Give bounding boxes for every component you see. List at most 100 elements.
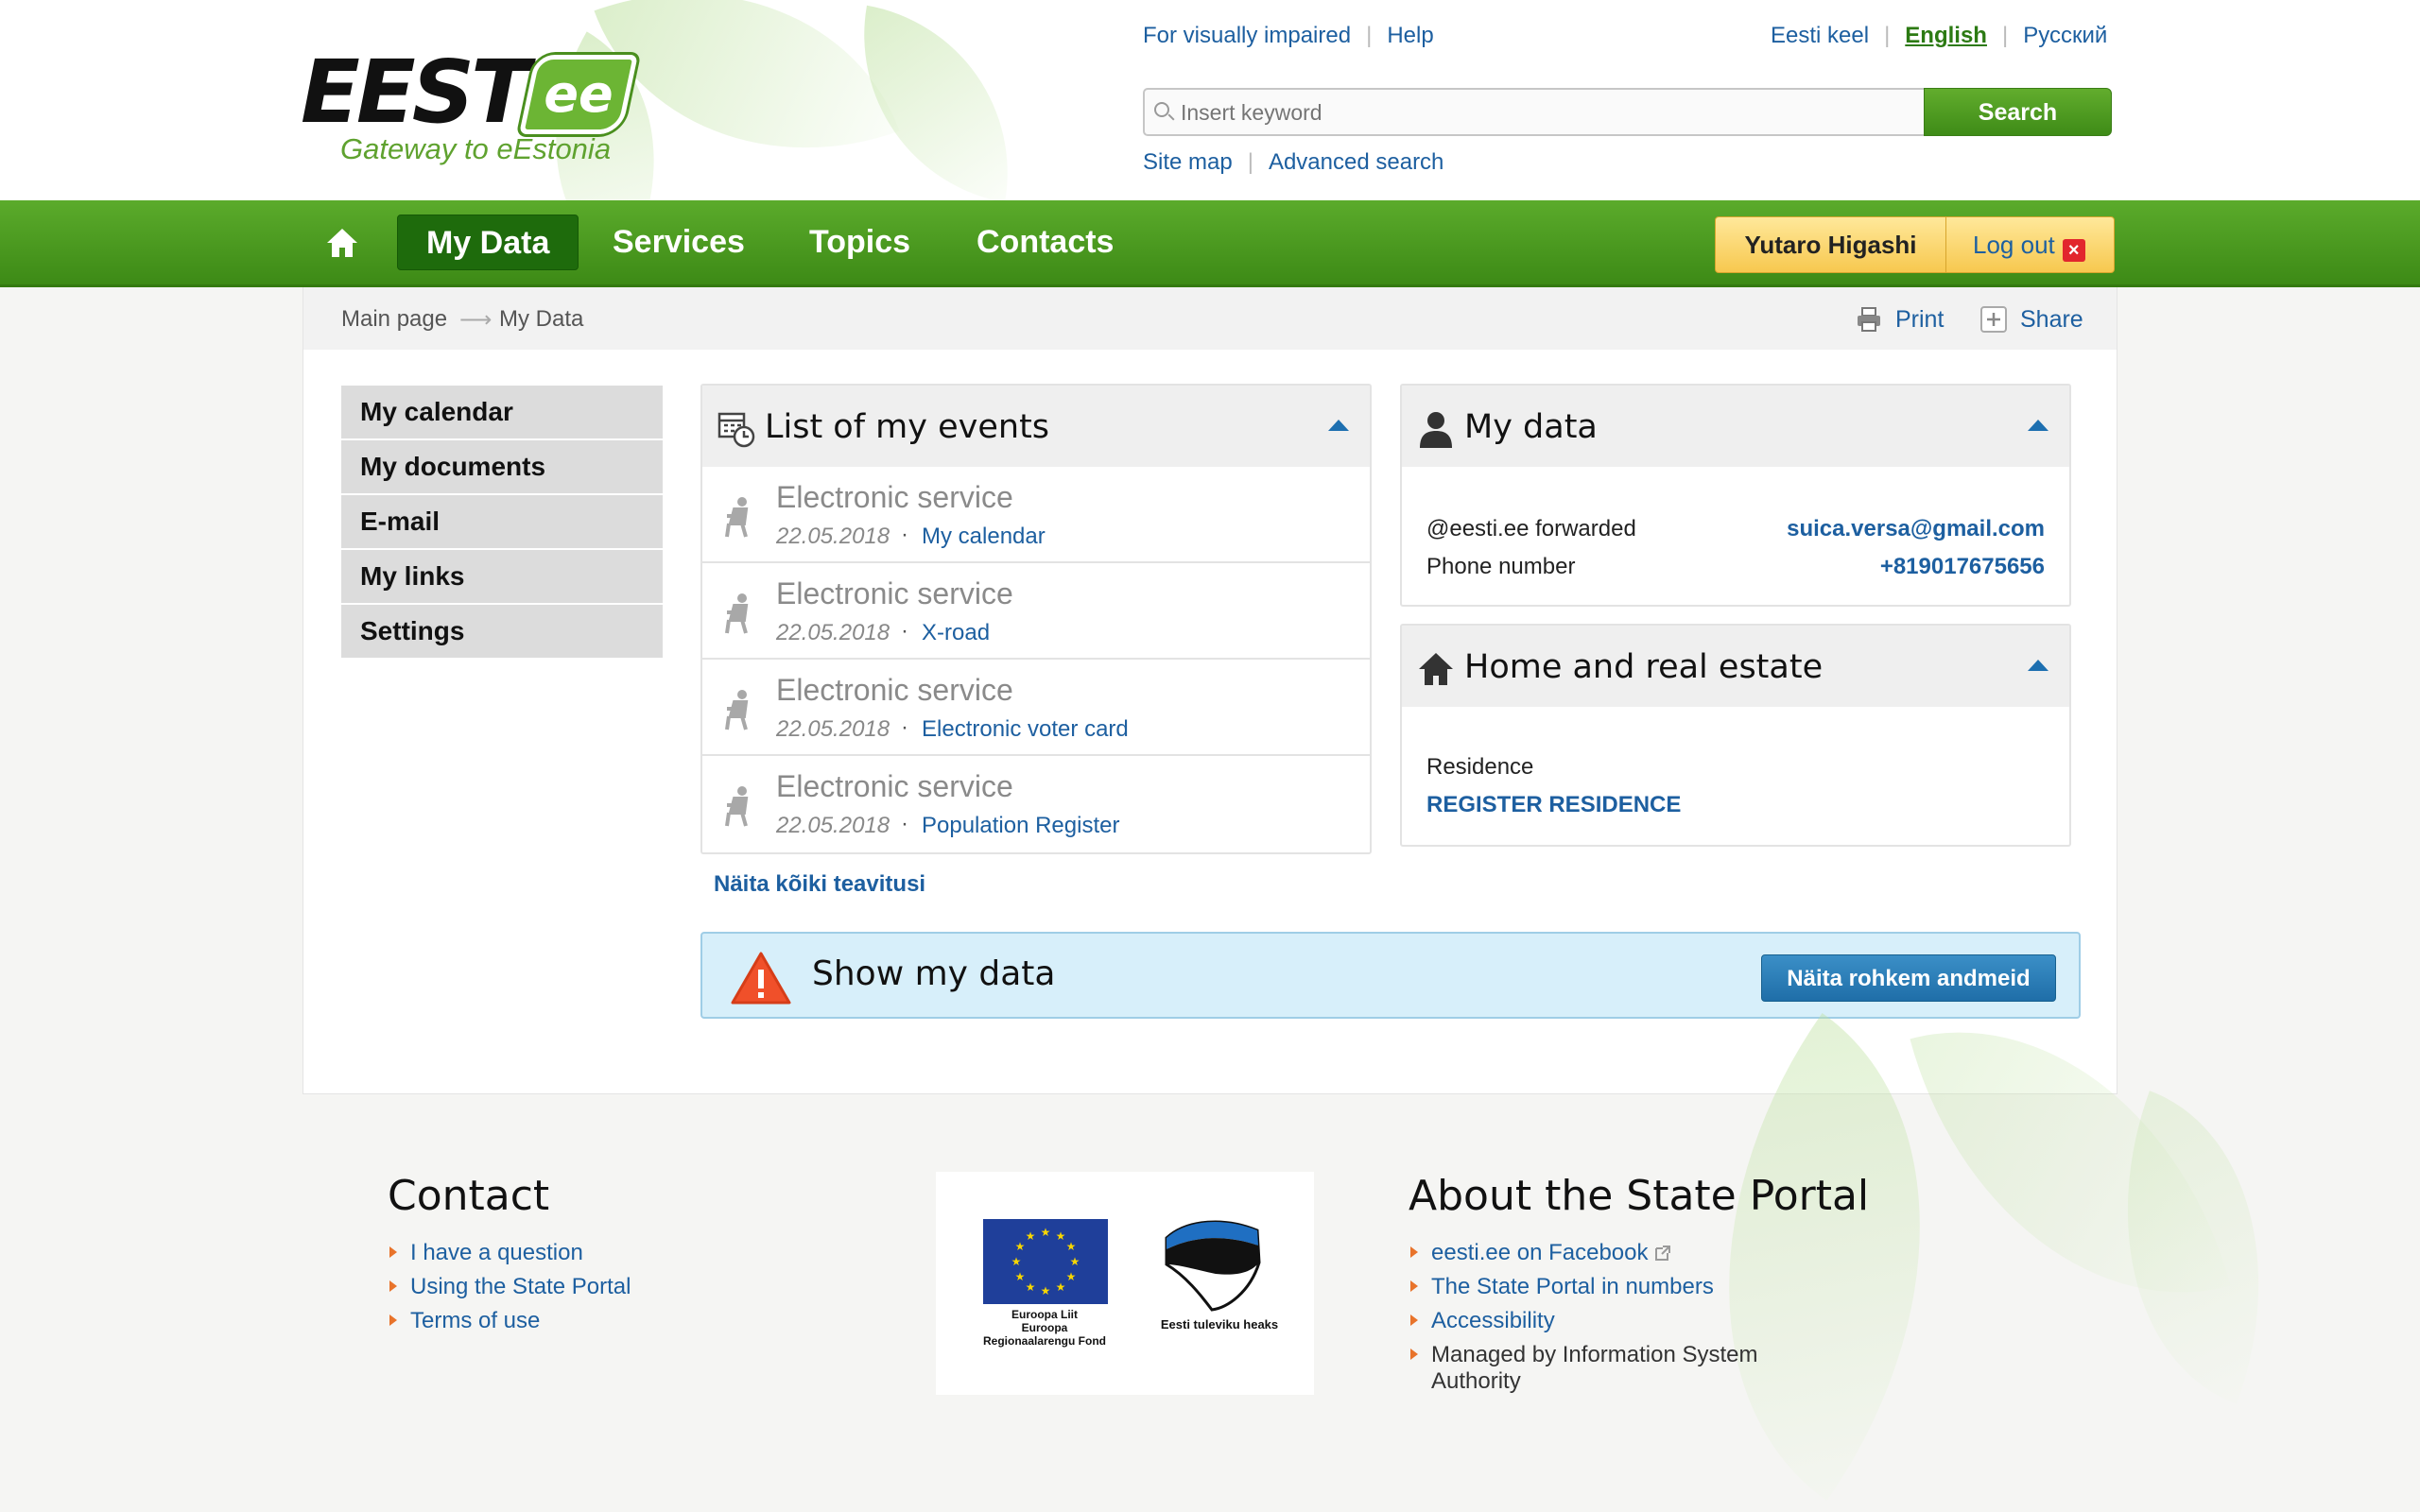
phone-value[interactable]: +819017675656 (1880, 554, 2045, 580)
events-panel-header: List of my events (702, 386, 1370, 467)
show-all-notifications-link[interactable]: Näita kõiki teavitusi (714, 871, 925, 898)
nav-my-data[interactable]: My Data (397, 215, 579, 270)
sidebar-item-email[interactable]: E-mail (341, 495, 663, 548)
search-links: Site map | Advanced search (1143, 149, 1444, 175)
collapse-arrow-icon[interactable] (2028, 660, 2048, 671)
house-icon (1419, 653, 1453, 685)
event-item: Electronic service 22.05.2018 · X-road (702, 563, 1370, 660)
event-item: Electronic service 22.05.2018 · Electron… (702, 660, 1370, 756)
warning-icon (731, 952, 791, 1005)
forward-email-label: @eesti.ee forwarded (1426, 516, 1636, 541)
nav-contacts[interactable]: Contacts (948, 215, 1142, 270)
event-item: Electronic service 22.05.2018 · Populati… (702, 756, 1370, 852)
print-button[interactable]: Print (1856, 306, 1944, 334)
forward-email-value[interactable]: suica.versa@gmail.com (1787, 516, 2045, 542)
lang-russian[interactable]: Русский (2023, 23, 2107, 48)
event-item: Electronic service 22.05.2018 · My calen… (702, 467, 1370, 563)
external-link-icon (1654, 1246, 1670, 1261)
footer-link-question[interactable]: I have a question (388, 1240, 583, 1266)
logo-tagline: Gateway to eEstonia (340, 132, 612, 165)
printer-icon (1858, 307, 1880, 332)
event-link[interactable]: Electronic voter card (922, 716, 1129, 743)
person-at-desk-icon (725, 593, 749, 634)
sidebar-item-settings[interactable]: Settings (341, 605, 663, 658)
main-navigation: My Data Services Topics Contacts Yutaro … (0, 200, 2420, 287)
show-more-data-button[interactable]: Näita rohkem andmeid (1761, 954, 2056, 1002)
event-link[interactable]: My calendar (922, 524, 1046, 550)
my-data-panel-header: My data (1402, 386, 2069, 467)
event-link[interactable]: Population Register (922, 813, 1119, 839)
search-icon (1154, 102, 1169, 117)
main-content: Main page ⟶ My Data Print Share My calen… (302, 287, 2118, 1094)
show-my-data-banner: Show my data Näita rohkem andmeid (700, 932, 2081, 1019)
calendar-clock-icon (717, 412, 755, 448)
footer-link-facebook[interactable]: eesti.ee on Facebook (1409, 1240, 1671, 1266)
svg-text:★: ★ (1056, 1280, 1066, 1294)
breadcrumb-current: My Data (499, 306, 584, 332)
visually-impaired-link[interactable]: For visually impaired (1143, 23, 1351, 48)
lang-estonian[interactable]: Eesti keel (1771, 23, 1869, 48)
svg-text:★: ★ (1026, 1280, 1036, 1294)
lang-english[interactable]: English (1905, 23, 1987, 48)
nav-topics[interactable]: Topics (781, 215, 939, 270)
footer-link-accessibility[interactable]: Accessibility (1409, 1308, 1555, 1334)
event-title: Electronic service (776, 769, 1013, 803)
sidebar-item-my-links[interactable]: My links (341, 550, 663, 603)
event-title: Electronic service (776, 480, 1013, 514)
sidebar-item-my-calendar[interactable]: My calendar (341, 386, 663, 438)
separator-dot: · (901, 714, 908, 740)
svg-text:★: ★ (1026, 1229, 1036, 1243)
help-link[interactable]: Help (1387, 23, 1433, 48)
eu-fund-caption: Euroopa Liit Euroopa Regionaalarengu Fond (982, 1308, 1106, 1348)
user-name[interactable]: Yutaro Higashi (1716, 217, 1946, 272)
svg-text:★: ★ (1070, 1255, 1080, 1268)
home-estate-panel: Home and real estate Residence REGISTER … (1400, 624, 2071, 847)
estonia-flag-wave-icon (1165, 1220, 1261, 1312)
my-data-panel: My data @eesti.ee forwarded suica.versa@… (1400, 384, 2071, 607)
site-map-link[interactable]: Site map (1143, 149, 1233, 175)
search-bar: Search (1143, 88, 2112, 136)
event-title: Electronic service (776, 576, 1013, 610)
collapse-arrow-icon[interactable] (2028, 420, 2048, 431)
register-residence-link[interactable]: REGISTER RESIDENCE (1426, 792, 1681, 818)
search-input[interactable] (1181, 97, 1909, 128)
search-button[interactable]: Search (1924, 88, 2112, 136)
utility-links: For visually impaired | Help (1143, 23, 1434, 48)
sidebar-item-my-documents[interactable]: My documents (341, 440, 663, 493)
svg-text:★: ★ (1041, 1284, 1051, 1297)
event-title: Electronic service (776, 673, 1013, 707)
footer-link-using-portal[interactable]: Using the State Portal (388, 1274, 631, 1300)
phone-label: Phone number (1426, 554, 1576, 579)
event-link[interactable]: X-road (922, 620, 990, 646)
contact-heading: Contact (388, 1172, 550, 1220)
site-header: EESTI ee Gateway to eEstonia For visuall… (0, 0, 2420, 200)
plus-icon (1980, 306, 2007, 333)
person-at-desk-icon (725, 786, 749, 827)
home-icon[interactable] (325, 227, 359, 259)
funding-logos: ★ ★ ★ ★ ★ ★ ★ ★ ★ ★ ★ ★ Euroopa Liit Euroopa Regiona… (936, 1172, 1314, 1395)
separator-dot: · (901, 811, 908, 836)
user-icon (1420, 412, 1452, 448)
logo-word: EESTI (301, 42, 559, 143)
advanced-search-link[interactable]: Advanced search (1269, 149, 1443, 175)
person-at-desk-icon (725, 497, 749, 538)
separator-dot: · (901, 618, 908, 644)
collapse-arrow-icon[interactable] (1328, 420, 1349, 431)
logout-button[interactable]: Log out × (1973, 217, 2085, 272)
nav-services[interactable]: Services (584, 215, 773, 270)
banner-title: Show my data (812, 954, 1056, 993)
about-heading: About the State Portal (1409, 1172, 1870, 1220)
site-logo[interactable]: EESTI ee Gateway to eEstonia (301, 49, 641, 172)
footer-link-numbers[interactable]: The State Portal in numbers (1409, 1274, 1714, 1300)
my-data-title: My data (1464, 408, 1598, 446)
share-button[interactable]: Share (1980, 306, 2083, 334)
residence-label: Residence (1426, 754, 1534, 780)
sidebar: My calendar My documents E-mail My links… (341, 386, 663, 660)
breadcrumb-main-page[interactable]: Main page (341, 306, 447, 333)
footer-link-terms[interactable]: Terms of use (388, 1308, 540, 1334)
svg-text:★: ★ (1015, 1270, 1026, 1283)
user-box: Yutaro Higashi Log out × (1715, 216, 2115, 273)
events-panel: List of my events Electronic service 22.… (700, 384, 1372, 854)
events-list: Electronic service 22.05.2018 · My calen… (702, 467, 1370, 852)
home-estate-panel-header: Home and real estate (1402, 626, 2069, 707)
